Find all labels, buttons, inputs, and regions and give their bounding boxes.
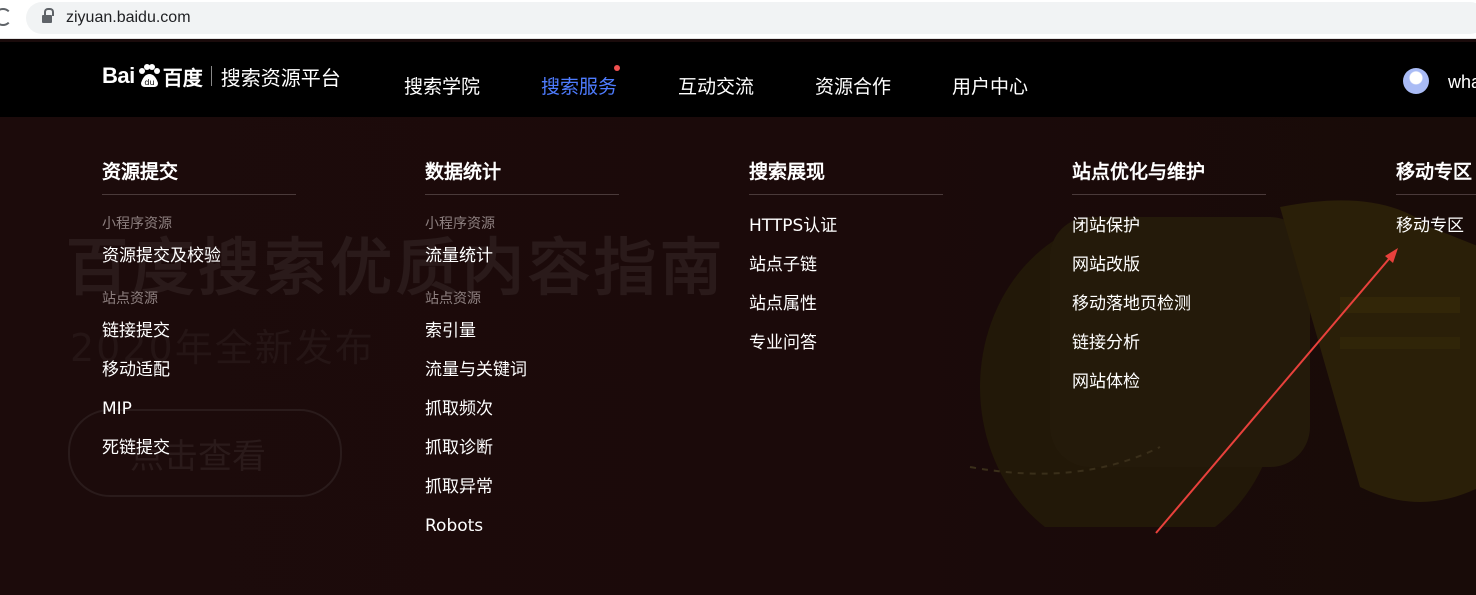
annotation-arrow <box>1155 248 1398 534</box>
